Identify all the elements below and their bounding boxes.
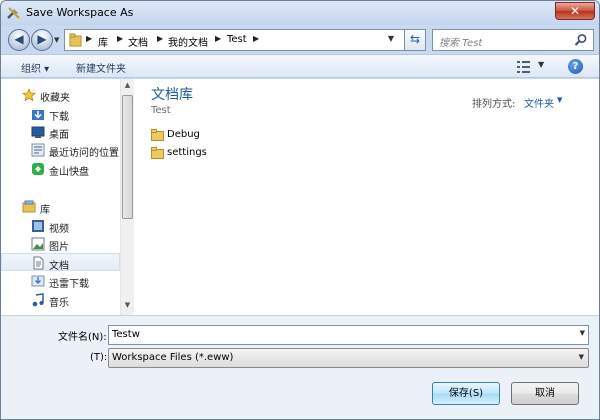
folder-name: settings: [167, 147, 207, 158]
sidebar-item-label: 下载: [49, 112, 69, 123]
address-bar[interactable]: ▶ 库 ▶ 文档 ▶ 我的文档 ▶ Test ▶: [64, 29, 424, 51]
refresh-button[interactable]: ⇆: [404, 29, 426, 51]
main-content: 收藏夹 下载 桌面 最近访问的位置 金山快盘 库 视频 图片 文档 迅雷下载 音…: [1, 79, 599, 315]
kuaipan-icon: [32, 163, 44, 175]
breadcrumb-my-documents[interactable]: 我的文档: [168, 34, 208, 49]
command-toolbar: 组织 ▾ 新建文件夹 ▼ ?: [1, 54, 599, 78]
sidebar-item-music[interactable]: 音乐: [1, 291, 120, 309]
sidebar-header-label: 收藏夹: [40, 93, 70, 104]
arrow-right-icon: ▶: [37, 32, 47, 46]
breadcrumb-separator-icon[interactable]: ▶: [215, 34, 221, 43]
folder-icon: [151, 129, 164, 141]
library-icon: [22, 200, 36, 213]
scroll-down-icon[interactable]: ▼: [121, 301, 134, 313]
filetype-value: Workspace Files (*.eww): [112, 352, 234, 363]
sidebar-item-documents[interactable]: 文档: [1, 253, 120, 272]
arrange-by-dropdown[interactable]: 文件夹: [524, 95, 554, 110]
folder-icon: [151, 147, 164, 159]
cancel-button[interactable]: 取消: [511, 382, 579, 405]
filename-value: Testw: [112, 329, 140, 340]
arrow-left-icon: ◀: [14, 32, 24, 46]
sidebar-item-label: 桌面: [49, 130, 69, 141]
forward-button[interactable]: ▶: [31, 29, 53, 51]
help-icon[interactable]: ?: [568, 59, 583, 74]
back-button[interactable]: ◀: [8, 29, 30, 51]
file-item-folder[interactable]: settings: [151, 146, 311, 162]
sidebar-header-label: 库: [40, 205, 50, 216]
sidebar-item-desktop[interactable]: 桌面: [1, 123, 120, 141]
sidebar-item-kuaipan[interactable]: 金山快盘: [1, 160, 120, 178]
file-list-pane[interactable]: 文档库 Test 排列方式: 文件夹 ▼ Debug settings: [135, 79, 599, 315]
sidebar-item-label: 视频: [49, 224, 69, 235]
downloads-folder-icon: [32, 110, 44, 120]
folder-name: Debug: [167, 129, 200, 140]
scroll-up-icon[interactable]: ▲: [121, 81, 134, 93]
sidebar-item-pictures[interactable]: 图片: [1, 235, 120, 253]
sidebar-item-label: 金山快盘: [49, 167, 89, 178]
view-dropdown-icon[interactable]: ▼: [538, 60, 544, 69]
sidebar-header-libraries[interactable]: 库: [1, 198, 120, 216]
search-input[interactable]: 搜索 Test: [432, 29, 594, 51]
breadcrumb-documents[interactable]: 文档: [128, 34, 148, 49]
pictures-icon: [31, 237, 45, 251]
filename-input[interactable]: Testw ▼: [108, 325, 589, 345]
scroll-thumb[interactable]: [122, 95, 133, 219]
documents-icon: [33, 256, 44, 270]
search-placeholder: 搜索 Test: [439, 38, 483, 49]
breadcrumb-separator-icon[interactable]: ▶: [253, 34, 259, 43]
recent-places-icon: [31, 143, 45, 157]
breadcrumb-test[interactable]: Test: [227, 34, 247, 45]
chevron-down-icon[interactable]: ▼: [557, 96, 562, 104]
chevron-down-icon[interactable]: ▼: [580, 329, 585, 337]
view-options-icon[interactable]: [516, 60, 532, 74]
new-folder-button[interactable]: 新建文件夹: [76, 60, 126, 75]
sidebar-header-favorites[interactable]: 收藏夹: [1, 86, 120, 104]
sidebar-item-label: 图片: [49, 242, 69, 253]
save-form: 文件名(N): Testw ▼ (T): Workspace Files (*.…: [1, 315, 599, 419]
navigation-pane[interactable]: 收藏夹 下载 桌面 最近访问的位置 金山快盘 库 视频 图片 文档 迅雷下载 音…: [1, 79, 134, 315]
app-tools-icon: [7, 7, 20, 19]
breadcrumb-separator-icon[interactable]: ▶: [86, 34, 92, 43]
chevron-down-icon[interactable]: ▼: [579, 353, 584, 361]
star-icon: [22, 88, 36, 102]
recent-pages-dropdown[interactable]: ▼: [54, 36, 62, 44]
organize-button[interactable]: 组织 ▾: [21, 60, 49, 75]
filetype-select[interactable]: Workspace Files (*.eww) ▼: [108, 348, 589, 368]
close-button[interactable]: ✕: [555, 2, 595, 20]
sidebar-item-label: 最近访问的位置: [49, 148, 119, 159]
sidebar-item-label: 音乐: [49, 298, 69, 309]
filetype-label: (T):: [90, 352, 108, 363]
sidebar-item-thunder-downloads[interactable]: 迅雷下载: [1, 272, 120, 290]
library-subtitle: Test: [151, 105, 171, 116]
save-button[interactable]: 保存(S): [432, 382, 500, 405]
window-title: Save Workspace As: [26, 6, 134, 19]
thunder-downloads-icon: [31, 275, 45, 287]
breadcrumb-separator-icon[interactable]: ▶: [157, 34, 163, 43]
title-bar: Save Workspace As ✕: [1, 1, 599, 25]
video-icon: [32, 220, 44, 232]
sidebar-item-videos[interactable]: 视频: [1, 217, 120, 235]
address-history-dropdown[interactable]: ▼: [383, 29, 399, 49]
file-item-folder[interactable]: Debug: [151, 128, 311, 144]
folder-icon: [69, 33, 82, 47]
sidebar-item-recent-places[interactable]: 最近访问的位置: [1, 141, 120, 159]
sidebar-item-label: 文档: [49, 261, 69, 272]
sidebar-item-downloads[interactable]: 下载: [1, 105, 120, 123]
breadcrumb-library[interactable]: 库: [98, 34, 108, 49]
breadcrumb-separator-icon[interactable]: ▶: [117, 34, 123, 43]
search-icon[interactable]: [574, 33, 588, 47]
desktop-icon: [31, 126, 45, 138]
arrange-by-label: 排列方式:: [472, 99, 516, 110]
sidebar-scrollbar[interactable]: ▲ ▼: [120, 79, 134, 315]
navigation-bar: ◀ ▶ ▼ ▶ 库 ▶ 文档 ▶ 我的文档 ▶ Test ▶ ▼ ⇆ 搜索 Te…: [1, 25, 599, 53]
library-title: 文档库: [151, 87, 193, 103]
sidebar-item-label: 迅雷下载: [49, 279, 89, 290]
music-icon: [32, 293, 44, 307]
save-dialog: Save Workspace As ✕ ◀ ▶ ▼ ▶ 库 ▶ 文档 ▶ 我的文…: [0, 0, 600, 420]
refresh-icon: ⇆: [409, 32, 421, 46]
filename-label: 文件名(N):: [58, 332, 107, 343]
